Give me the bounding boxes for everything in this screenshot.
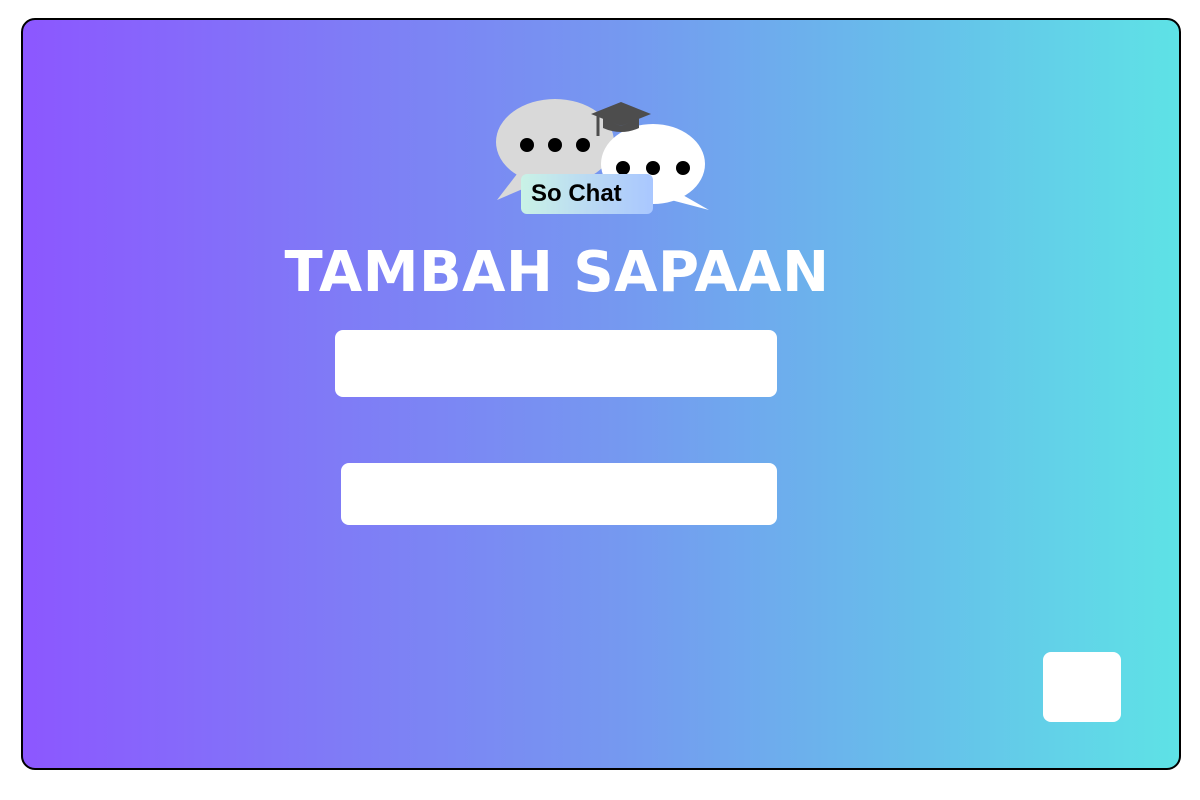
so-chat-logo: So Chat: [495, 78, 715, 218]
app-window: So Chat TAMBAH SAPAAN: [21, 18, 1181, 770]
page-title: TAMBAH SAPAAN: [284, 240, 830, 305]
submit-button[interactable]: [1043, 652, 1121, 722]
logo-label: So Chat: [521, 174, 653, 214]
greeting-input-1[interactable]: [335, 330, 777, 397]
greeting-input-2[interactable]: [341, 463, 777, 525]
